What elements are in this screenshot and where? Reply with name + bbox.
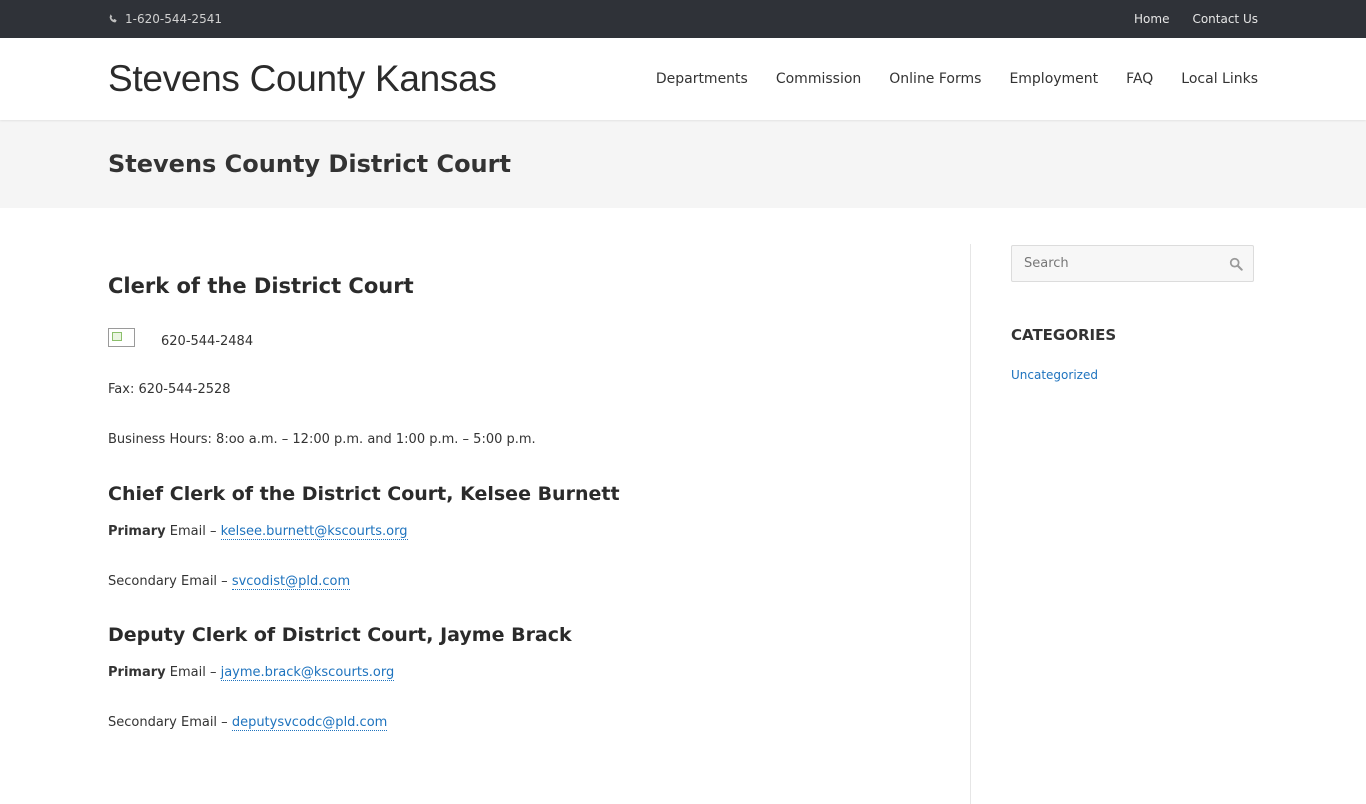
secondary-email-label: Secondary Email – <box>108 574 232 589</box>
page-title: Stevens County District Court <box>108 150 511 178</box>
site-title[interactable]: Stevens County Kansas <box>108 58 497 100</box>
primary-email-label: Email – <box>165 524 221 539</box>
search-input[interactable] <box>1022 255 1216 272</box>
deputy-secondary-email-link[interactable]: deputysvcodc@pld.com <box>231 715 388 731</box>
main-nav: Departments Commission Online Forms Empl… <box>656 71 1258 87</box>
top-bar: 1-620-544-2541 Home Contact Us <box>0 0 1366 38</box>
category-uncategorized[interactable]: Uncategorized <box>1011 368 1098 382</box>
nav-departments[interactable]: Departments <box>656 71 748 87</box>
broken-image-icon <box>108 328 135 347</box>
chief-secondary-email-line: Secondary Email – svcodist@pld.com <box>108 574 970 590</box>
top-phone: 1-620-544-2541 <box>108 12 222 26</box>
business-hours: Business Hours: 8:oo a.m. – 12:00 p.m. a… <box>108 432 536 447</box>
chief-secondary-email-link[interactable]: svcodist@pld.com <box>231 574 351 590</box>
top-phone-number: 1-620-544-2541 <box>125 12 222 26</box>
deputy-secondary-email-line: Secondary Email – deputysvcodc@pld.com <box>108 715 970 731</box>
clerk-fax: Fax: 620-544-2528 <box>108 382 231 397</box>
search-icon[interactable] <box>1229 257 1243 271</box>
chief-clerk-heading: Chief Clerk of the District Court, Kelse… <box>108 483 620 505</box>
nav-online-forms[interactable]: Online Forms <box>889 71 981 87</box>
top-nav: Home Contact Us <box>1134 12 1258 26</box>
clerk-heading: Clerk of the District Court <box>108 274 414 298</box>
nav-commission[interactable]: Commission <box>776 71 861 87</box>
chief-primary-email-line: Primary Email – kelsee.burnett@kscourts.… <box>108 524 970 540</box>
phone-icon <box>109 14 117 23</box>
primary-label-bold: Primary <box>108 665 166 680</box>
secondary-email-label: Secondary Email – <box>108 715 232 730</box>
top-nav-contact-us[interactable]: Contact Us <box>1192 12 1258 26</box>
chief-primary-email-link[interactable]: kelsee.burnett@kscourts.org <box>220 524 408 540</box>
main-content: Clerk of the District Court 620-544-2484… <box>108 244 970 804</box>
search-box <box>1011 245 1254 282</box>
deputy-primary-email-link[interactable]: jayme.brack@kscourts.org <box>220 665 395 681</box>
phone-row: 620-544-2484 <box>108 328 970 349</box>
nav-faq[interactable]: FAQ <box>1126 71 1153 87</box>
deputy-clerk-heading: Deputy Clerk of District Court, Jayme Br… <box>108 624 572 646</box>
primary-email-label: Email – <box>165 665 221 680</box>
content-divider <box>970 244 971 804</box>
sidebar: CATEGORIES Uncategorized <box>1011 244 1254 804</box>
page-header: Stevens County District Court <box>0 120 1366 208</box>
nav-employment[interactable]: Employment <box>1009 71 1098 87</box>
content-area: Clerk of the District Court 620-544-2484… <box>0 244 1366 804</box>
categories-title: CATEGORIES <box>1011 326 1117 344</box>
deputy-primary-email-line: Primary Email – jayme.brack@kscourts.org <box>108 665 970 681</box>
primary-label-bold: Primary <box>108 524 166 539</box>
top-nav-home[interactable]: Home <box>1134 12 1169 26</box>
clerk-phone: 620-544-2484 <box>161 334 254 349</box>
site-header: Stevens County Kansas Departments Commis… <box>0 38 1366 120</box>
nav-local-links[interactable]: Local Links <box>1181 71 1258 87</box>
